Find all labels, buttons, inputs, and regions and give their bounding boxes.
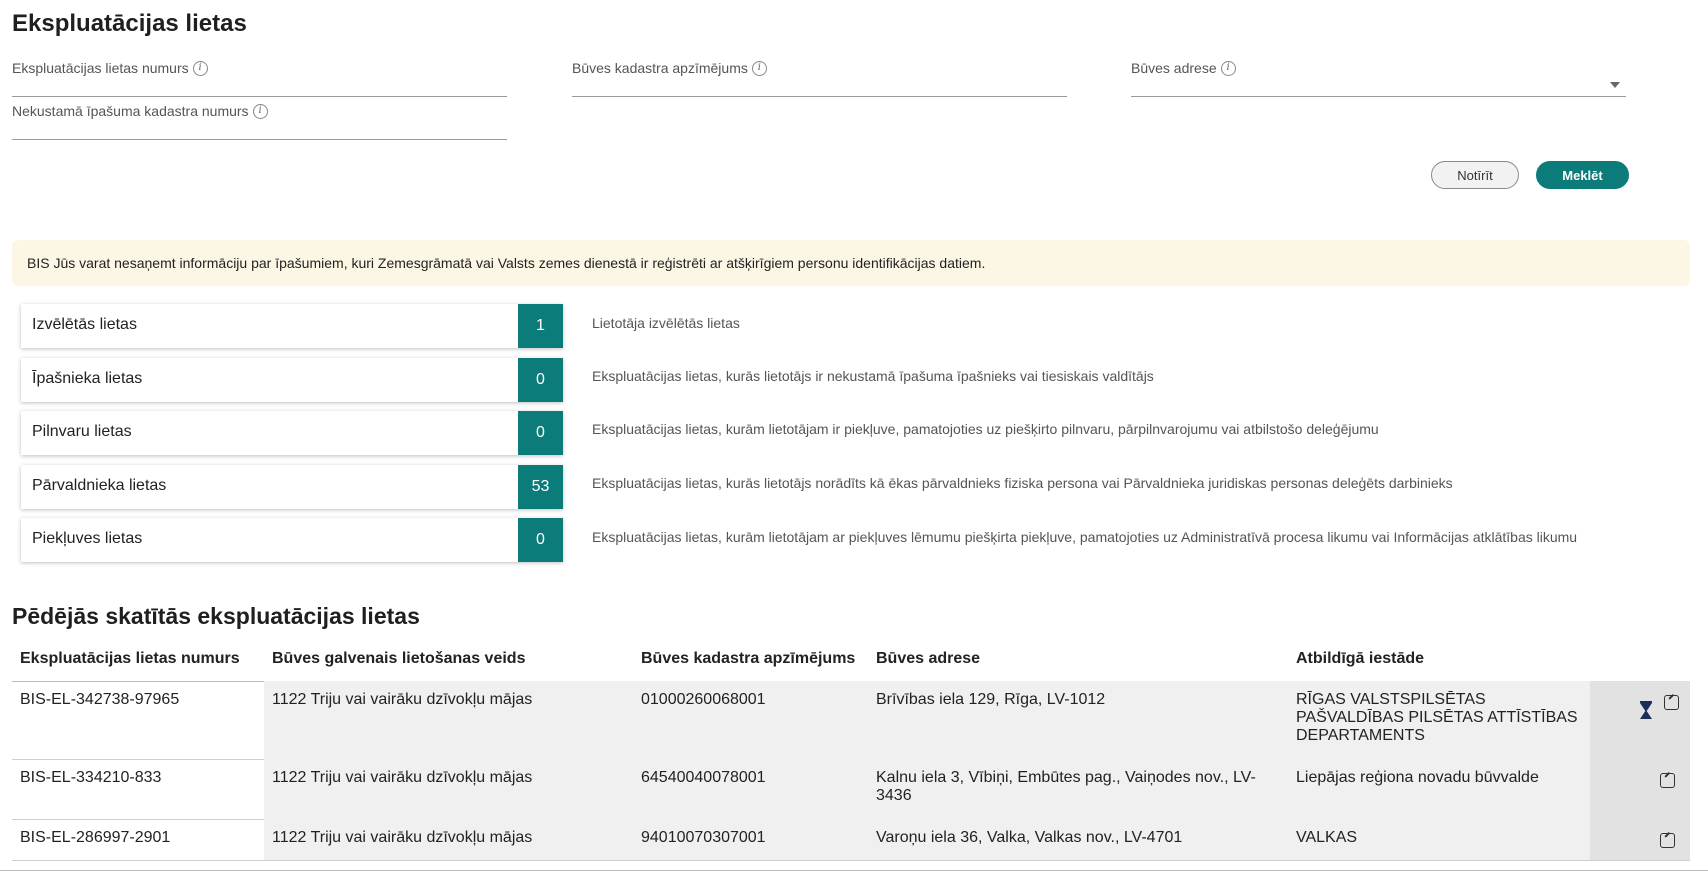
- cell-authority: RĪGAS VALSTSPILSĒTAS PAŠVALDĪBAS PILSĒTA…: [1296, 691, 1578, 744]
- building-cadastre-field[interactable]: Būves kadastra apzīmējums i: [572, 60, 1067, 97]
- category-label: Īpašnieka lietas: [32, 370, 143, 387]
- cell-authority: Liepājas reģiona novadu būvvalde: [1296, 769, 1539, 786]
- cell-address: Kalnu iela 3, Vībiņi, Embūtes pag., Vaiņ…: [876, 769, 1256, 804]
- column-header-address[interactable]: Būves adrese: [876, 650, 980, 668]
- case-number-field[interactable]: Ekspluatācijas lietas numurs i: [12, 60, 507, 97]
- building-cadastre-input[interactable]: [572, 96, 1067, 97]
- column-header-cadastre[interactable]: Būves kadastra apzīmējums: [641, 650, 855, 668]
- property-cadastre-input[interactable]: [12, 139, 507, 140]
- property-cadastre-label: Nekustamā īpašuma kadastra numurs: [12, 103, 249, 119]
- table-row[interactable]: BIS-EL-342738-97965 1122 Triju vai vairā…: [12, 681, 1690, 760]
- cell-usage: 1122 Triju vai vairāku dzīvokļu mājas: [272, 769, 533, 786]
- category-label: Izvēlētās lietas: [32, 316, 137, 333]
- category-description: Ekspluatācijas lietas, kurām lietotājam …: [592, 421, 1379, 437]
- recent-cases-title: Pēdējās skatītās ekspluatācijas lietas: [12, 603, 420, 629]
- category-description: Ekspluatācijas lietas, kurās lietotājs i…: [592, 368, 1154, 384]
- column-header-case-number[interactable]: Ekspluatācijas lietas numurs: [20, 650, 240, 668]
- category-owner[interactable]: Īpašnieka lietas 0: [21, 358, 563, 402]
- cell-cadastre: 01000260068001: [641, 691, 766, 708]
- category-description: Ekspluatācijas lietas, kurās lietotājs n…: [592, 475, 1453, 491]
- building-address-label: Būves adrese: [1131, 60, 1217, 76]
- column-header-authority[interactable]: Atbildīgā iestāde: [1296, 650, 1424, 668]
- table-header: Ekspluatācijas lietas numurs Būves galve…: [12, 642, 1690, 682]
- table-row[interactable]: BIS-EL-334210-833 1122 Triju vai vairāku…: [12, 759, 1690, 820]
- case-number-label: Ekspluatācijas lietas numurs: [12, 60, 189, 76]
- notice-text: BIS Jūs varat nesaņemt informāciju par ī…: [27, 255, 986, 271]
- cell-address: Brīvības iela 129, Rīga, LV-1012: [876, 691, 1106, 708]
- category-description: Lietotāja izvēlētās lietas: [592, 315, 740, 331]
- info-icon[interactable]: i: [1220, 60, 1236, 76]
- search-button[interactable]: Meklēt: [1536, 161, 1629, 189]
- cell-case-number[interactable]: BIS-EL-286997-2901: [20, 829, 170, 847]
- info-icon[interactable]: i: [252, 103, 268, 119]
- cell-address: Varoņu iela 36, Valka, Valkas nov., LV-4…: [876, 829, 1183, 846]
- cell-cadastre: 64540040078001: [641, 769, 766, 786]
- notice-banner: BIS Jūs varat nesaņemt informāciju par ī…: [12, 240, 1690, 286]
- cell-case-number[interactable]: BIS-EL-334210-833: [20, 769, 161, 787]
- category-label: Piekļuves lietas: [32, 530, 143, 547]
- category-count: 1: [518, 304, 563, 348]
- building-address-select[interactable]: [1131, 96, 1626, 97]
- cell-case-number[interactable]: BIS-EL-342738-97965: [20, 691, 179, 709]
- external-link-icon[interactable]: [1660, 833, 1675, 848]
- category-label: Pārvaldnieka lietas: [32, 477, 167, 494]
- info-icon[interactable]: i: [751, 60, 767, 76]
- table-row[interactable]: BIS-EL-286997-2901 1122 Triju vai vairāk…: [12, 819, 1690, 861]
- info-icon[interactable]: i: [192, 60, 208, 76]
- pin-icon[interactable]: [1640, 701, 1652, 719]
- page-title: Ekspluatācijas lietas: [12, 10, 247, 37]
- category-manager[interactable]: Pārvaldnieka lietas 53: [21, 465, 563, 509]
- category-label: Pilnvaru lietas: [32, 423, 132, 440]
- cell-usage: 1122 Triju vai vairāku dzīvokļu mājas: [272, 829, 533, 846]
- column-header-usage[interactable]: Būves galvenais lietošanas veids: [272, 650, 525, 668]
- divider: [0, 870, 1708, 871]
- category-count: 53: [518, 465, 563, 509]
- external-link-icon[interactable]: [1660, 773, 1675, 788]
- category-description: Ekspluatācijas lietas, kurām lietotājam …: [592, 529, 1578, 545]
- building-cadastre-label: Būves kadastra apzīmējums: [572, 60, 748, 76]
- chevron-down-icon[interactable]: [1610, 82, 1620, 88]
- building-address-field[interactable]: Būves adrese i: [1131, 60, 1626, 97]
- category-selected[interactable]: Izvēlētās lietas 1: [21, 304, 563, 348]
- cell-usage: 1122 Triju vai vairāku dzīvokļu mājas: [272, 691, 533, 708]
- category-count: 0: [518, 358, 563, 402]
- property-cadastre-field[interactable]: Nekustamā īpašuma kadastra numurs i: [12, 103, 507, 140]
- clear-button[interactable]: Notīrīt: [1431, 161, 1519, 189]
- external-link-icon[interactable]: [1664, 695, 1679, 710]
- category-power-of-attorney[interactable]: Pilnvaru lietas 0: [21, 411, 563, 455]
- case-number-input[interactable]: [12, 96, 507, 97]
- cell-authority: VALKAS: [1296, 829, 1358, 846]
- category-access[interactable]: Piekļuves lietas 0: [21, 518, 563, 562]
- category-count: 0: [518, 518, 563, 562]
- cell-cadastre: 94010070307001: [641, 829, 766, 846]
- category-count: 0: [518, 411, 563, 455]
